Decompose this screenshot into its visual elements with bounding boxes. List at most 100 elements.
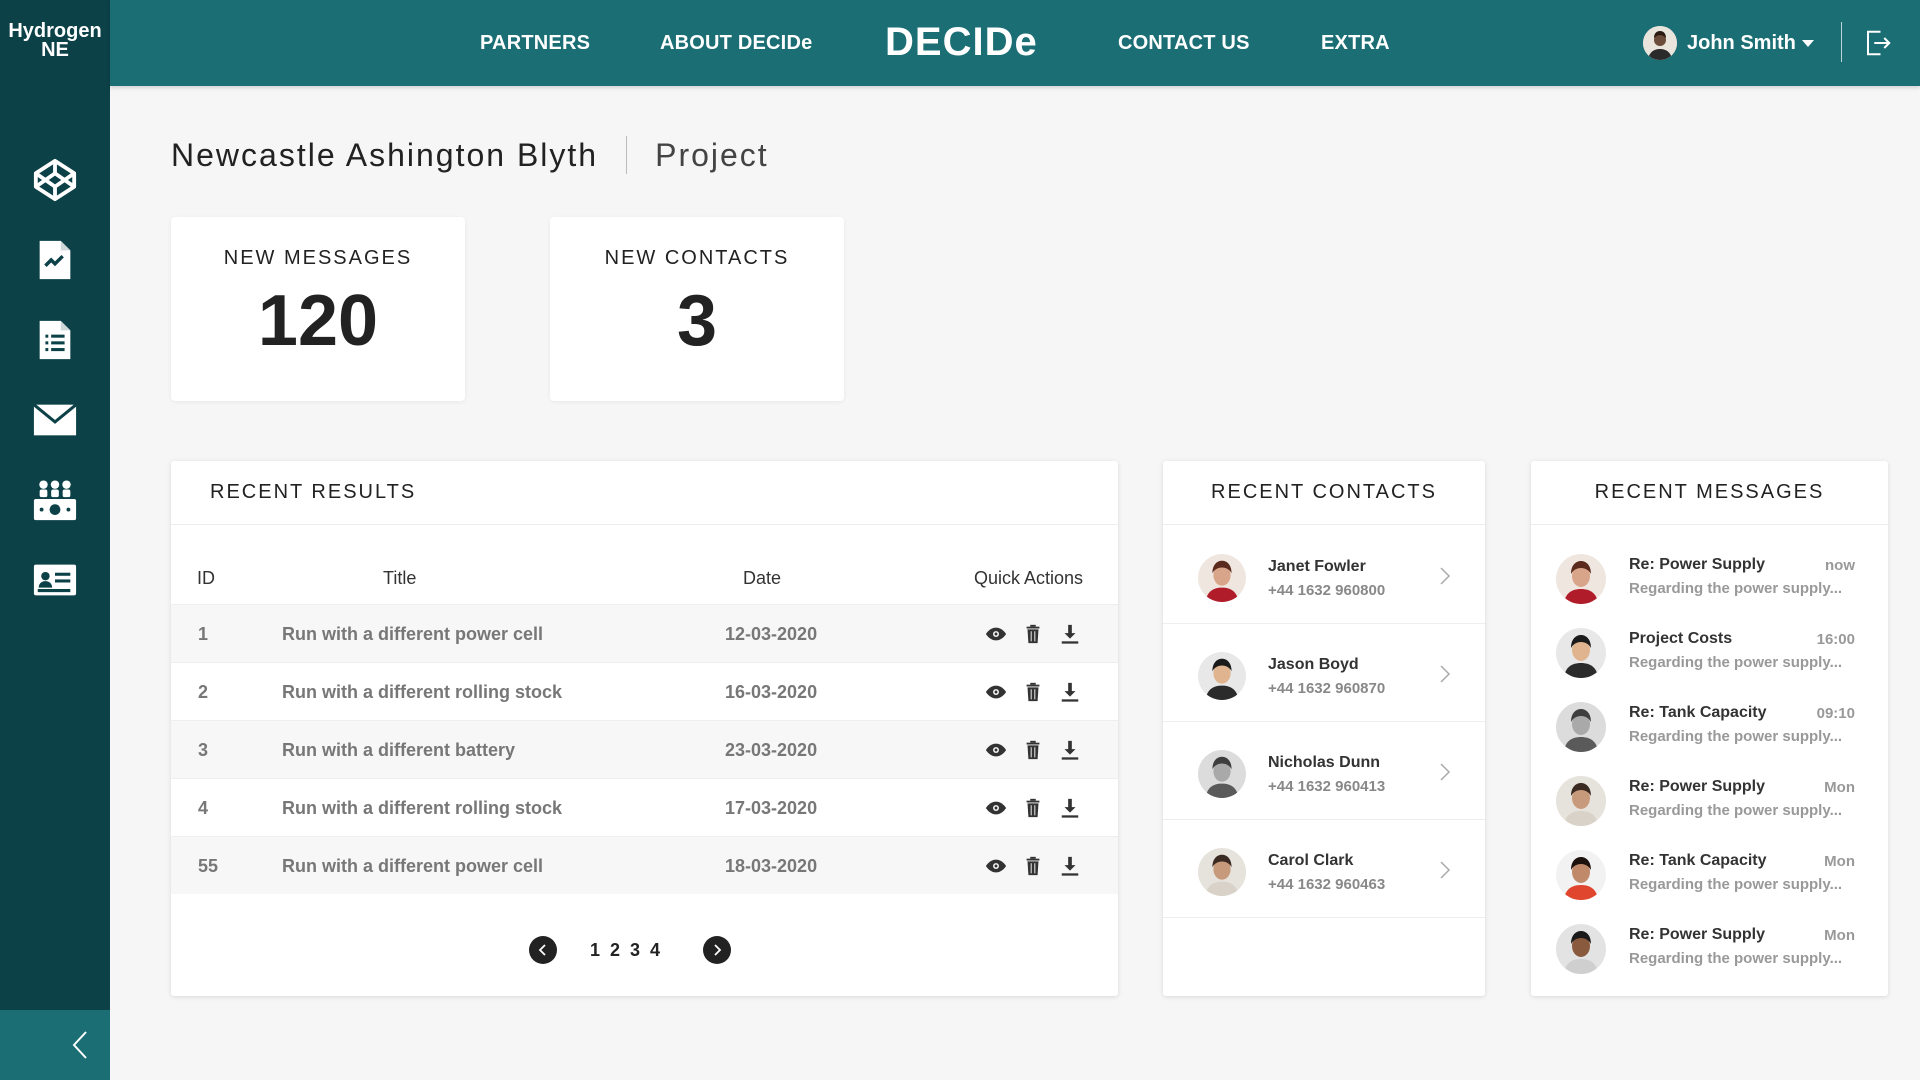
message-preview: Regarding the power supply... xyxy=(1629,654,1843,671)
download-icon[interactable] xyxy=(1059,797,1081,819)
page-header: Newcastle Ashington Blyth Project xyxy=(171,136,769,174)
contact-phone: +44 1632 960463 xyxy=(1268,876,1386,893)
row-id: 55 xyxy=(198,856,219,876)
sidebar-nav xyxy=(0,140,110,620)
caret-down-icon xyxy=(1801,39,1814,47)
delete-icon[interactable] xyxy=(1022,797,1044,819)
message-preview: Regarding the power supply... xyxy=(1629,876,1843,893)
row-id: 1 xyxy=(198,624,209,644)
sidebar-item-results[interactable] xyxy=(0,220,110,300)
recent-results-panel: RECENT RESULTS ID Title Date Quick Actio… xyxy=(171,461,1118,996)
chevron-right-icon xyxy=(1440,861,1451,879)
view-icon[interactable] xyxy=(985,797,1007,819)
brand-logo[interactable]: Hydrogen NE xyxy=(0,0,110,86)
quick-actions xyxy=(985,739,1096,761)
download-icon[interactable] xyxy=(1059,739,1081,761)
codepen-icon xyxy=(33,158,77,202)
column-header-date: Date xyxy=(743,568,782,588)
delete-icon[interactable] xyxy=(1022,855,1044,877)
brand-line-2: NE xyxy=(41,39,69,61)
message-subject: Re: Power Supply xyxy=(1629,926,1766,943)
stat-value: 120 xyxy=(257,281,379,361)
table-row[interactable]: 1 Run with a different power cell 12-03-20… xyxy=(171,604,1118,662)
page-number[interactable]: 3 xyxy=(630,940,640,961)
delete-icon[interactable] xyxy=(1022,739,1044,761)
logout-icon[interactable] xyxy=(1863,28,1893,58)
row-id: 2 xyxy=(198,682,209,702)
download-icon[interactable] xyxy=(1059,855,1081,877)
message-item[interactable]: Re: Power Supply Mon Regarding the power s… xyxy=(1531,768,1888,842)
message-item[interactable]: Re: Tank Capacity Mon Regarding the power … xyxy=(1531,842,1888,916)
download-icon[interactable] xyxy=(1059,623,1081,645)
nav-contact[interactable]: CONTACT US xyxy=(1118,32,1250,55)
sidebar-item-contacts[interactable] xyxy=(0,540,110,620)
nav-partners[interactable]: PARTNERS xyxy=(480,32,590,55)
nav-extra[interactable]: EXTRA xyxy=(1321,32,1390,55)
quick-actions xyxy=(985,797,1096,819)
delete-icon[interactable] xyxy=(1022,623,1044,645)
new-contacts-card[interactable]: NEW CONTACTS 3 xyxy=(550,217,844,401)
view-icon[interactable] xyxy=(985,855,1007,877)
page-number[interactable]: 4 xyxy=(650,940,660,961)
chart-document-icon xyxy=(39,240,71,280)
avatar xyxy=(1198,652,1246,700)
contact-item[interactable]: Nicholas Dunn +44 1632 960413 xyxy=(1163,722,1485,820)
download-icon[interactable] xyxy=(1059,681,1081,703)
stat-label: NEW MESSAGES xyxy=(223,247,413,269)
avatar xyxy=(1556,924,1606,974)
message-item[interactable]: Re: Power Supply Mon Regarding the power s… xyxy=(1531,916,1888,990)
chevron-right-icon xyxy=(1440,665,1451,683)
chevron-right-icon xyxy=(1440,567,1451,585)
sidebar-item-dashboard[interactable] xyxy=(0,140,110,220)
user-menu[interactable]: John Smith xyxy=(1643,26,1814,60)
message-item[interactable]: Re: Power Supply now Regarding the power s… xyxy=(1531,546,1888,620)
contact-phone: +44 1632 960800 xyxy=(1268,582,1386,599)
table-row[interactable]: 2 Run with a different rolling stock 16-03… xyxy=(171,662,1118,720)
row-id: 3 xyxy=(198,740,209,760)
contact-item[interactable]: Janet Fowler +44 1632 960800 xyxy=(1163,526,1485,624)
nav-about[interactable]: ABOUT DECIDe xyxy=(660,32,812,55)
sidebar-item-messages[interactable] xyxy=(0,380,110,460)
title-divider xyxy=(626,136,628,174)
message-item[interactable]: Re: Tank Capacity 09:10 Regarding the powe… xyxy=(1531,694,1888,768)
avatar xyxy=(1556,628,1606,678)
view-icon[interactable] xyxy=(985,623,1007,645)
sidebar-item-reports[interactable] xyxy=(0,300,110,380)
divider xyxy=(1841,22,1842,62)
contact-card-icon xyxy=(33,564,77,596)
contact-item[interactable]: Jason Boyd +44 1632 960870 xyxy=(1163,624,1485,722)
contact-name: Jason Boyd xyxy=(1268,656,1359,673)
table-row[interactable]: 3 Run with a different battery 23-03-2020 xyxy=(171,720,1118,778)
prev-page-button[interactable] xyxy=(529,936,557,964)
contact-name: Nicholas Dunn xyxy=(1268,754,1381,771)
view-icon[interactable] xyxy=(985,681,1007,703)
row-title: Run with a different battery xyxy=(282,740,516,760)
new-messages-card[interactable]: NEW MESSAGES 120 xyxy=(171,217,465,401)
sidebar-item-partners[interactable] xyxy=(0,460,110,540)
page-number[interactable]: 2 xyxy=(610,940,620,961)
next-page-button[interactable] xyxy=(703,936,732,964)
row-date: 23-03-2020 xyxy=(725,740,818,760)
contact-item[interactable]: Carol Clark +44 1632 960463 xyxy=(1163,820,1485,918)
row-title: Run with a different power cell xyxy=(282,624,544,644)
sidebar-collapse-button[interactable] xyxy=(0,1010,110,1080)
panel-title: RECENT CONTACTS xyxy=(1163,461,1485,525)
page-subtitle: Project xyxy=(655,136,769,173)
contact-name: Janet Fowler xyxy=(1268,558,1366,575)
message-subject: Re: Power Supply xyxy=(1629,556,1766,573)
table-row[interactable]: 55 Run with a different power cell 18-03-2… xyxy=(171,836,1118,894)
table-row[interactable]: 4 Run with a different rolling stock 17-03… xyxy=(171,778,1118,836)
avatar xyxy=(1198,554,1246,602)
list-document-icon xyxy=(39,320,71,360)
message-item[interactable]: Project Costs 16:00 Regarding the power su… xyxy=(1531,620,1888,694)
users-money-icon xyxy=(33,480,77,521)
stat-label: NEW CONTACTS xyxy=(604,247,790,269)
message-subject: Project Costs xyxy=(1629,630,1733,647)
app-logo[interactable]: DECIDe xyxy=(885,20,1038,65)
chevron-right-icon xyxy=(1440,763,1451,781)
page-number[interactable]: 1 xyxy=(590,940,600,961)
view-icon[interactable] xyxy=(985,739,1007,761)
user-avatar xyxy=(1643,26,1677,60)
delete-icon[interactable] xyxy=(1022,681,1044,703)
message-time: Mon xyxy=(1824,779,1855,796)
